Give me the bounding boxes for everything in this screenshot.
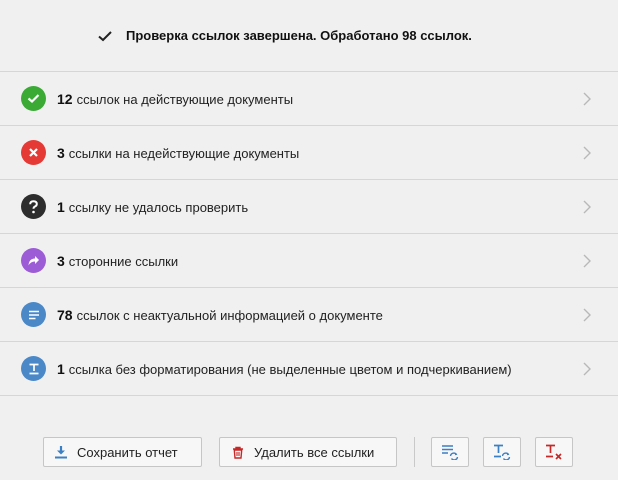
delete-all-label: Удалить все ссылки (254, 444, 375, 460)
row-valid-links[interactable]: 12 ссылок на действующие документы (0, 72, 618, 126)
row-label: 3 сторонние ссылки (57, 252, 179, 269)
chevron-right-icon (582, 200, 592, 214)
chevron-right-icon (582, 254, 592, 268)
share-arrow-icon (21, 248, 46, 273)
document-lines-icon (21, 302, 46, 327)
chevron-right-icon (582, 308, 592, 322)
row-label: 78 ссылок с неактуальной информацией о до… (57, 306, 383, 323)
chevron-right-icon (582, 92, 592, 106)
delete-all-links-button[interactable]: Удалить все ссылки (219, 437, 397, 467)
chevron-right-icon (582, 146, 592, 160)
toolbar-separator (414, 437, 415, 467)
row-label: 3 ссылки на недействующие документы (57, 144, 300, 161)
check-circle-icon (21, 86, 46, 111)
row-external-links[interactable]: 3 сторонние ссылки (0, 234, 618, 288)
checkmark-icon (97, 29, 113, 43)
row-outdated-info-links[interactable]: 78 ссылок с неактуальной информацией о до… (0, 288, 618, 342)
text-format-icon (21, 356, 46, 381)
row-invalid-links[interactable]: 3 ссылки на недействующие документы (0, 126, 618, 180)
status-title: Проверка ссылок завершена. Обработано 98… (126, 28, 472, 43)
refresh-format-button[interactable] (483, 437, 521, 467)
refresh-list-button[interactable] (431, 437, 469, 467)
link-categories-list: 12 ссылок на действующие документы 3 ссылк… (0, 72, 618, 396)
save-report-label: Сохранить отчет (77, 444, 178, 460)
text-refresh-icon (493, 444, 511, 460)
row-label: 1 ссылка без форматирования (не выделенны… (57, 360, 512, 377)
download-icon (54, 445, 68, 459)
status-header: Проверка ссылок завершена. Обработано 98… (0, 0, 618, 72)
list-refresh-icon (441, 444, 459, 460)
row-unformatted-links[interactable]: 1 ссылка без форматирования (не выделенны… (0, 342, 618, 396)
row-label: 1 ссылку не удалось проверить (57, 198, 249, 215)
row-unchecked-links[interactable]: 1 ссылку не удалось проверить (0, 180, 618, 234)
x-circle-icon (21, 140, 46, 165)
question-circle-icon (21, 194, 46, 219)
chevron-right-icon (582, 362, 592, 376)
clear-formatting-button[interactable] (535, 437, 573, 467)
trash-icon (232, 446, 244, 459)
footer-toolbar: Сохранить отчет Удалить все ссылки (0, 437, 618, 467)
clear-format-icon (545, 444, 563, 460)
save-report-button[interactable]: Сохранить отчет (43, 437, 202, 467)
row-label: 12 ссылок на действующие документы (57, 90, 294, 107)
